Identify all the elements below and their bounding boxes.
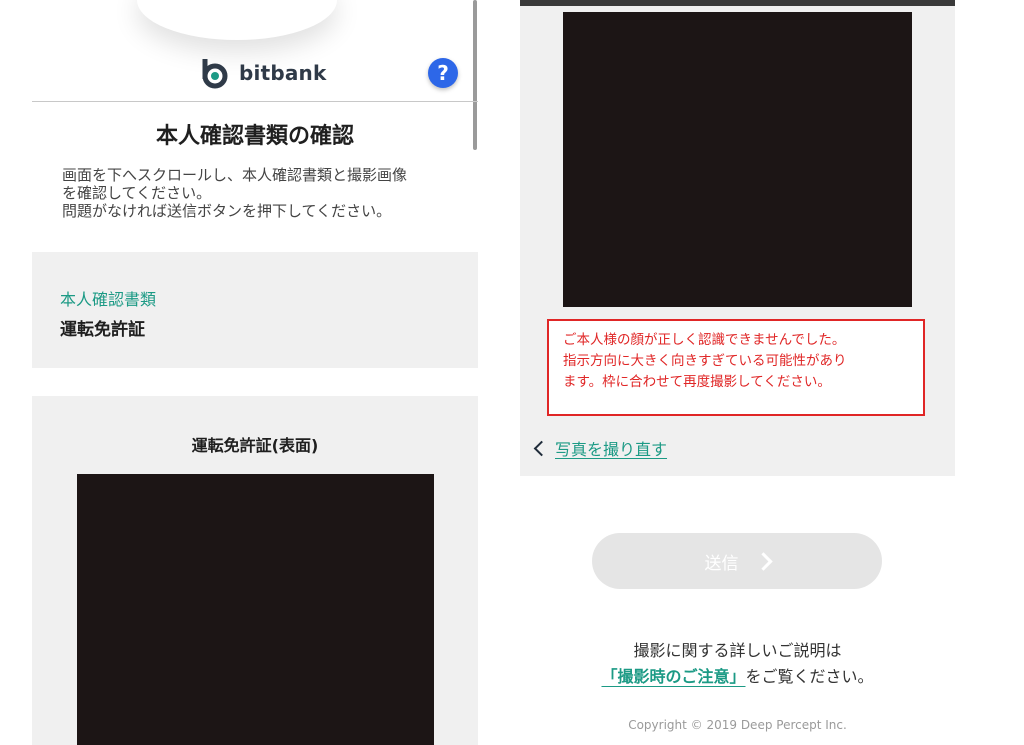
instructions-line: 問題がなければ送信ボタンを押下してください。 [62,202,392,220]
license-front-image [77,474,434,745]
error-message-box: ご本人様の顔が正しく認識できませんでした。 指示方向に大きく向きすぎている可能性… [547,319,925,416]
help-text-line-2: 「撮影時のご注意」をご覧ください。 [520,664,955,690]
help-button[interactable]: ? [428,58,458,88]
license-front-card: 運転免許証(表面) [32,396,478,745]
document-type-label: 本人確認書類 [60,290,157,309]
face-photo-image [563,12,912,307]
instructions-text: 画面を下へスクロールし、本人確認書類と撮影画像 を確認してください。 問題がなけ… [62,166,454,220]
instructions-line: を確認してください。 [62,184,212,202]
document-type-card: 本人確認書類 運転免許証 [32,252,478,368]
send-button[interactable]: 送信 [592,533,882,589]
instructions-line: 画面を下へスクロールし、本人確認書類と撮影画像 [62,166,408,184]
brand-logo: bitbank [197,56,326,90]
send-button-label: 送信 [704,553,739,574]
error-message-line: ます。枠に合わせて再度撮影してください。 [563,374,831,390]
header-divider [32,101,478,102]
error-message-line: 指示方向に大きく向きすぎている可能性があり [563,353,847,369]
brand-name: bitbank [239,61,327,85]
page-title: 本人確認書類の確認 [155,124,354,149]
document-type-value: 運転免許証 [60,320,145,340]
help-text-line: 撮影に関する詳しいご説明は [633,641,842,660]
left-phone-screen: bitbank ? 本人確認書類の確認 画面を下へスクロールし、本人確認書類と撮… [32,0,478,745]
photo-help-text: 撮影に関する詳しいご説明は 「撮影時のご注意」をご覧ください。 [520,638,955,690]
copyright-text: Copyright © 2019 Deep Percept Inc. [628,718,847,732]
top-shadow-decoration [137,0,337,40]
retake-photo-link[interactable]: 写真を撮り直す [533,436,667,460]
help-text-suffix: をご覧ください。 [745,667,874,686]
error-message-line: ご本人様の顔が正しく認識できませんでした。 [563,332,846,348]
retake-photo-label[interactable]: 写真を撮り直す [555,436,667,460]
license-front-title: 運転免許証(表面) [191,436,319,455]
chevron-right-icon [753,551,773,571]
bitbank-logo-icon [202,59,228,89]
question-icon: ? [437,61,449,85]
photo-notes-link[interactable]: 「撮影時のご注意」 [601,667,745,686]
right-phone-screen: ご本人様の顔が正しく認識できませんでした。 指示方向に大きく向きすぎている可能性… [520,0,955,745]
chevron-left-icon [533,440,550,456]
